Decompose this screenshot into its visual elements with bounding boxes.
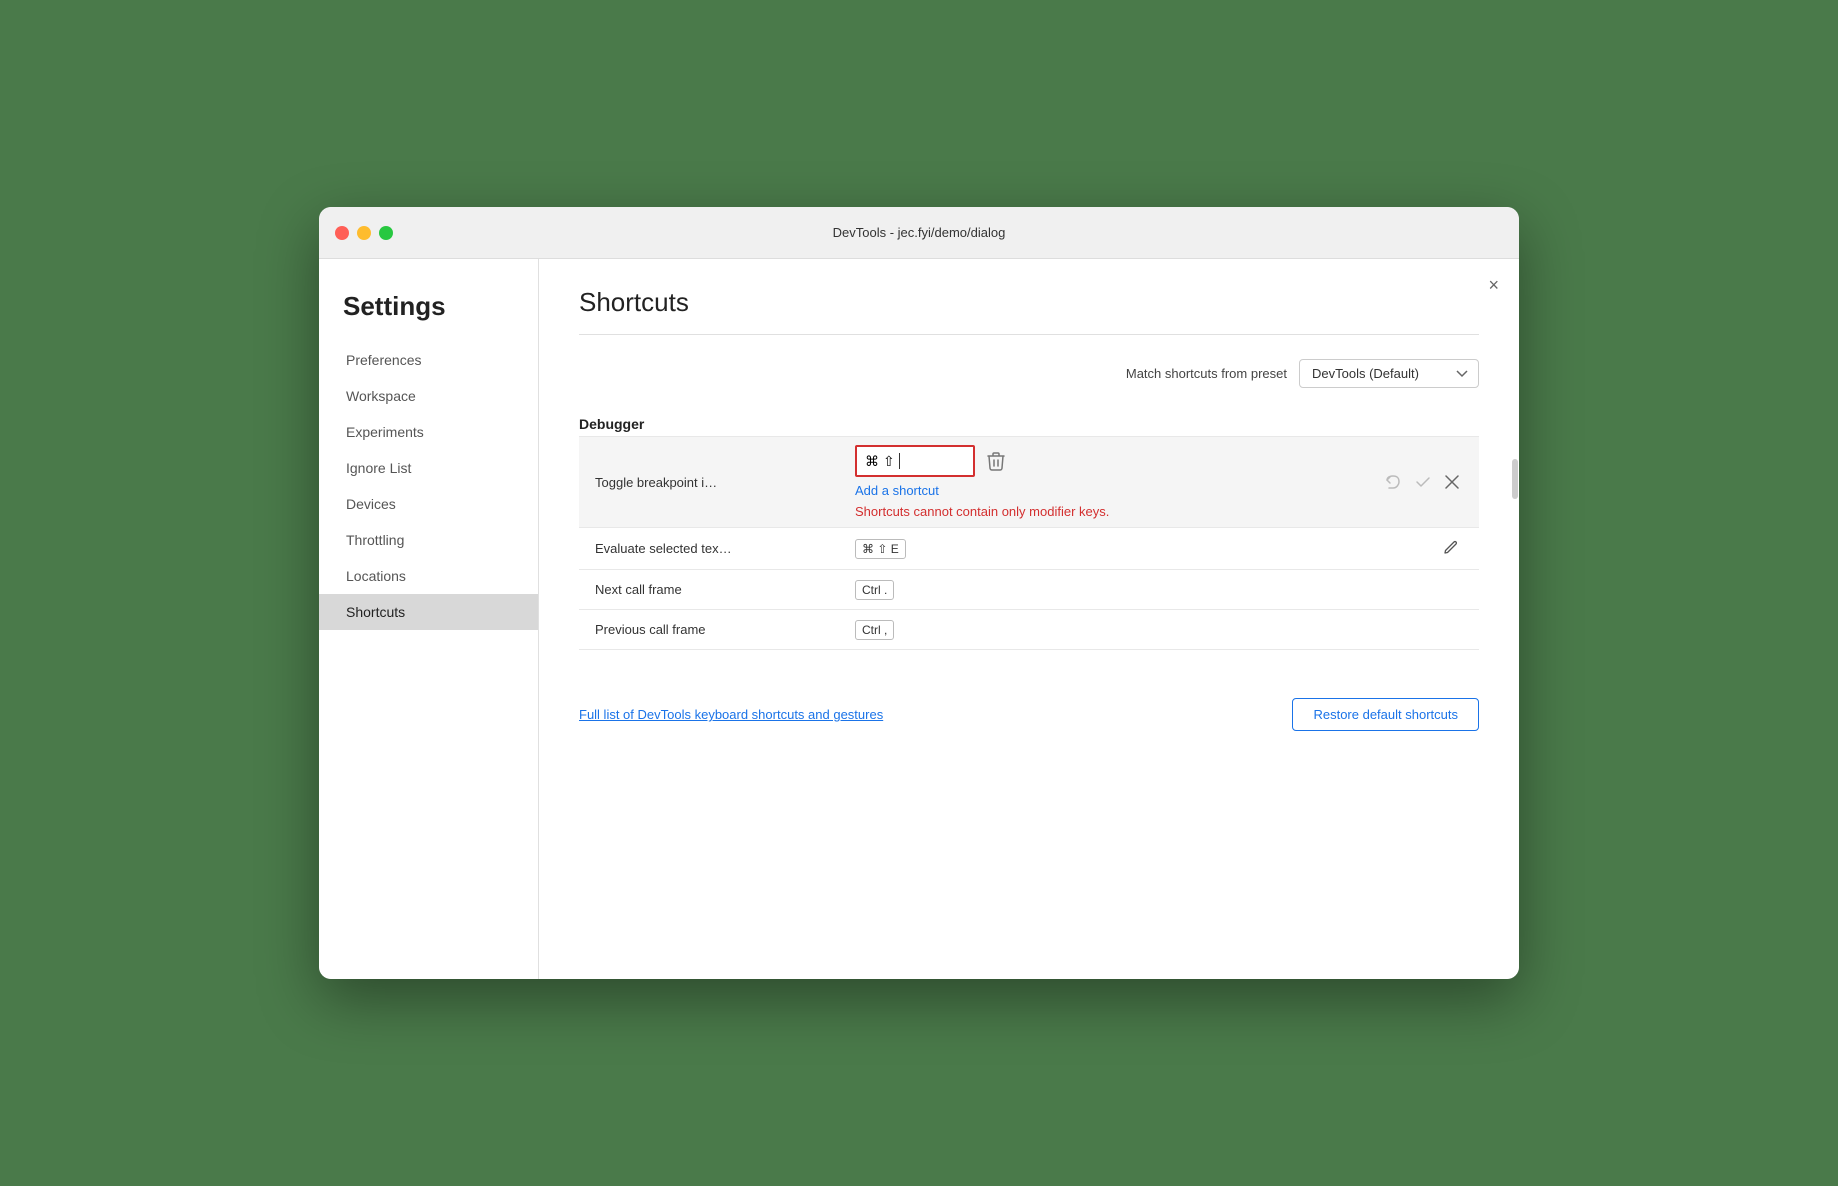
- sidebar-item-throttling[interactable]: Throttling: [319, 522, 538, 558]
- close-traffic-light[interactable]: [335, 226, 349, 240]
- restore-defaults-button[interactable]: Restore default shortcuts: [1292, 698, 1479, 731]
- text-cursor: [899, 453, 900, 469]
- shortcuts-table: Toggle breakpoint i… ⌘ ⇧: [579, 436, 1479, 650]
- confirm-button[interactable]: [1411, 470, 1435, 494]
- shortcut-name-evaluate: Evaluate selected tex…: [579, 528, 839, 570]
- preset-select[interactable]: DevTools (Default) Visual Studio Code: [1299, 359, 1479, 388]
- scrollbar-thumb[interactable]: [1512, 459, 1518, 499]
- traffic-lights: [335, 226, 393, 240]
- add-shortcut-link[interactable]: Add a shortcut: [855, 483, 1349, 498]
- preset-row: Match shortcuts from preset DevTools (De…: [579, 359, 1479, 388]
- sidebar: Settings Preferences Workspace Experimen…: [319, 259, 539, 979]
- titlebar: DevTools - jec.fyi/demo/dialog: [319, 207, 1519, 259]
- maximize-traffic-light[interactable]: [379, 226, 393, 240]
- sidebar-item-ignore-list[interactable]: Ignore List: [319, 450, 538, 486]
- error-message: Shortcuts cannot contain only modifier k…: [855, 504, 1135, 519]
- minimize-traffic-light[interactable]: [357, 226, 371, 240]
- sidebar-title: Settings: [319, 283, 538, 342]
- shortcut-keys-toggle-breakpoint: ⌘ ⇧ Add: [839, 437, 1365, 528]
- page-title: Shortcuts: [579, 287, 1479, 318]
- table-row: Evaluate selected tex… ⌘ ⇧ E: [579, 528, 1479, 570]
- sidebar-item-shortcuts[interactable]: Shortcuts: [319, 594, 538, 630]
- undo-button[interactable]: [1381, 470, 1405, 494]
- settings-dialog: × Settings Preferences Workspace Experim…: [319, 259, 1519, 979]
- sidebar-item-preferences[interactable]: Preferences: [319, 342, 538, 378]
- scrollbar-track: [1511, 459, 1519, 859]
- edit-shortcut-button[interactable]: [1439, 536, 1463, 560]
- titlebar-title: DevTools - jec.fyi/demo/dialog: [833, 225, 1006, 240]
- delete-shortcut-button[interactable]: [983, 447, 1009, 475]
- shortcut-keys-evaluate: ⌘ ⇧ E: [839, 528, 1365, 570]
- main-content: Shortcuts Match shortcuts from preset De…: [539, 259, 1519, 979]
- shortcut-keys-prev-frame: Ctrl ,: [839, 610, 1365, 650]
- title-divider: [579, 334, 1479, 335]
- sidebar-item-locations[interactable]: Locations: [319, 558, 538, 594]
- key-badge: Ctrl .: [855, 580, 894, 600]
- shortcut-name-prev-frame: Previous call frame: [579, 610, 839, 650]
- full-list-link[interactable]: Full list of DevTools keyboard shortcuts…: [579, 707, 883, 722]
- shortcut-action-evaluate: [1365, 528, 1479, 570]
- shortcut-name-toggle-breakpoint: Toggle breakpoint i…: [579, 437, 839, 528]
- table-row: Previous call frame Ctrl ,: [579, 610, 1479, 650]
- shortcut-action-editing: [1365, 437, 1479, 528]
- table-row: Next call frame Ctrl .: [579, 570, 1479, 610]
- shortcut-action-next-frame: [1365, 570, 1479, 610]
- key-badge: Ctrl ,: [855, 620, 894, 640]
- footer: Full list of DevTools keyboard shortcuts…: [579, 682, 1479, 731]
- key-symbol-shift: ⇧: [883, 453, 895, 470]
- browser-window: DevTools - jec.fyi/demo/dialog × Setting…: [319, 207, 1519, 979]
- shortcut-keys-next-frame: Ctrl .: [839, 570, 1365, 610]
- table-row: Toggle breakpoint i… ⌘ ⇧: [579, 437, 1479, 528]
- shortcut-action-prev-frame: [1365, 610, 1479, 650]
- cancel-edit-button[interactable]: [1441, 471, 1463, 493]
- key-input[interactable]: ⌘ ⇧: [855, 445, 975, 477]
- editing-actions: [1381, 470, 1463, 494]
- group-title-debugger: Debugger: [579, 416, 1479, 432]
- key-badge: ⌘ ⇧ E: [855, 539, 906, 559]
- sidebar-item-experiments[interactable]: Experiments: [319, 414, 538, 450]
- sidebar-item-devices[interactable]: Devices: [319, 486, 538, 522]
- key-symbol-cmd: ⌘: [865, 453, 879, 470]
- dialog-close-button[interactable]: ×: [1488, 275, 1499, 296]
- shortcut-name-next-frame: Next call frame: [579, 570, 839, 610]
- preset-label: Match shortcuts from preset: [1126, 366, 1287, 381]
- sidebar-item-workspace[interactable]: Workspace: [319, 378, 538, 414]
